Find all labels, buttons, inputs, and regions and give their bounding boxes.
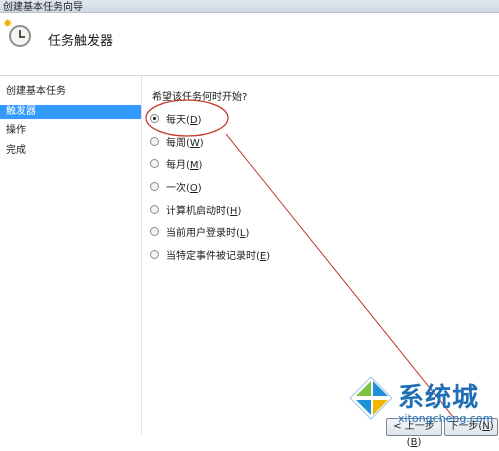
radio-label: 计算机启动时(H)	[166, 205, 242, 217]
radio-button[interactable]	[150, 113, 159, 123]
radio-on-event[interactable]: 当特定事件被记录时(E)	[150, 247, 271, 262]
radio-label: 每月(M)	[166, 159, 203, 171]
radio-label: 每周(W)	[166, 137, 204, 149]
radio-on-logon[interactable]: 当前用户登录时(L)	[150, 224, 250, 239]
sparkle-icon: ✸	[3, 17, 13, 30]
title-bar: 创建基本任务向导	[0, 0, 499, 13]
radio-monthly[interactable]: 每月(M)	[150, 156, 203, 171]
clock-icon	[9, 25, 31, 47]
radio-button[interactable]	[150, 204, 159, 214]
radio-label: 当前用户登录时(L)	[166, 227, 250, 239]
watermark-logo-icon	[349, 376, 393, 420]
step-trigger[interactable]: 触发器	[0, 105, 141, 119]
wizard-steps: 创建基本任务 触发器 操作 完成	[0, 76, 142, 434]
watermark-url: xitongcheng.com	[398, 412, 494, 425]
radio-once[interactable]: 一次(O)	[150, 179, 202, 194]
radio-label: 一次(O)	[166, 182, 202, 194]
trigger-question: 希望该任务何时开始?	[152, 92, 248, 103]
radio-button[interactable]	[150, 158, 159, 168]
radio-daily[interactable]: 每天(D)	[150, 111, 202, 126]
radio-button[interactable]	[150, 249, 159, 259]
wizard-header: ✸ 任务触发器	[0, 13, 499, 76]
step-create-basic-task[interactable]: 创建基本任务	[6, 85, 66, 99]
window-title: 创建基本任务向导	[3, 2, 83, 13]
radio-button[interactable]	[150, 181, 159, 191]
radio-label: 每天(D)	[166, 114, 202, 126]
radio-label: 当特定事件被记录时(E)	[166, 250, 271, 262]
page-title: 任务触发器	[48, 34, 114, 49]
step-action[interactable]: 操作	[6, 124, 26, 138]
radio-on-startup[interactable]: 计算机启动时(H)	[150, 202, 242, 217]
radio-button[interactable]	[150, 226, 159, 236]
step-finish[interactable]: 完成	[6, 144, 26, 158]
radio-button[interactable]	[150, 136, 159, 146]
watermark-brand: 系统城	[398, 383, 480, 413]
radio-weekly[interactable]: 每周(W)	[150, 134, 204, 149]
